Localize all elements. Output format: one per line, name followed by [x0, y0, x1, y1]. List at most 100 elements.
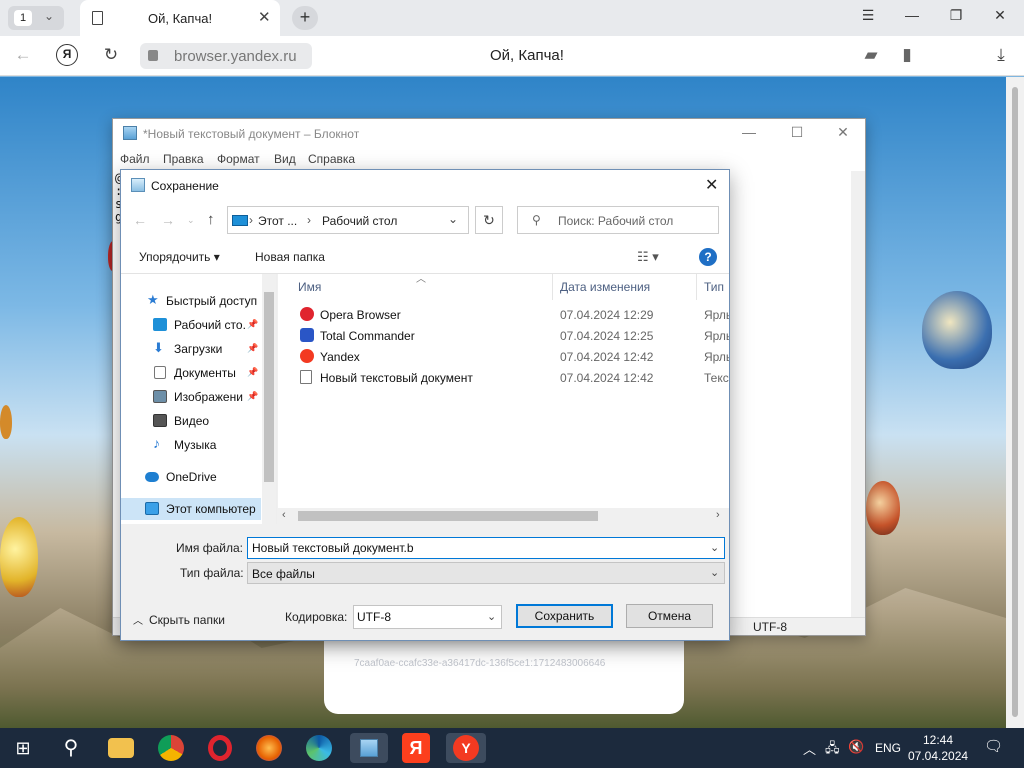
navigation-scrollbar-thumb[interactable]	[264, 292, 274, 482]
yandex-icon[interactable]: Я	[402, 733, 430, 763]
chevron-down-icon[interactable]: ⌄	[487, 610, 496, 623]
scroll-left-icon[interactable]: ‹	[282, 509, 286, 521]
scroll-right-icon[interactable]: ›	[716, 509, 720, 521]
chevron-right-icon: ›	[249, 213, 253, 227]
chrome-icon[interactable]	[158, 735, 184, 761]
page-scrollbar[interactable]	[1006, 77, 1024, 728]
opera-icon	[300, 307, 314, 321]
navigation-scrollbar[interactable]	[262, 274, 276, 524]
volume-muted-icon[interactable]: 🔇	[848, 739, 864, 755]
reload-icon[interactable]: ↻	[100, 45, 122, 65]
language-indicator[interactable]: ENG	[875, 741, 901, 755]
back-icon[interactable]: ←	[12, 45, 34, 65]
file-explorer-icon[interactable]	[108, 738, 134, 758]
browser-tab-active[interactable]: Ой, Капча! ✕	[80, 0, 280, 36]
file-row[interactable]: Opera Browser 07.04.2024 12:29 Ярлык	[278, 304, 729, 325]
opera-icon[interactable]	[208, 735, 232, 761]
yandex-browser-icon: Y	[453, 735, 479, 761]
menu-format[interactable]: Формат	[217, 152, 260, 166]
column-type[interactable]: Тип	[704, 280, 724, 294]
menu-icon[interactable]: ☰	[858, 7, 878, 24]
menu-file[interactable]: Файл	[120, 152, 150, 166]
breadcrumb-item[interactable]: Рабочий стол	[322, 214, 397, 228]
close-tab-icon[interactable]: ✕	[258, 8, 271, 26]
page-scrollbar-thumb[interactable]	[1012, 87, 1018, 717]
back-icon[interactable]: ←	[133, 212, 147, 228]
forward-icon[interactable]: →	[161, 212, 175, 228]
dialog-titlebar[interactable]: Сохранение ✕	[121, 170, 729, 200]
column-name[interactable]: Имя	[298, 280, 321, 294]
notifications-icon[interactable]: 🗨	[984, 737, 1003, 755]
search-icon[interactable]: ⚲	[56, 733, 86, 763]
network-icon[interactable]: 🖧	[825, 739, 840, 761]
close-icon[interactable]: ✕	[833, 124, 853, 141]
help-button[interactable]: ?	[699, 248, 717, 266]
column-divider[interactable]	[552, 274, 553, 300]
download-icon[interactable]: ⤓	[990, 45, 1012, 65]
file-row[interactable]: Total Commander 07.04.2024 12:25 Ярлык	[278, 325, 729, 346]
yandex-browser-taskbar-button[interactable]: Y	[446, 733, 486, 763]
menu-view[interactable]: Вид	[274, 152, 296, 166]
restore-icon[interactable]: ❐	[946, 7, 966, 24]
file-name: Opera Browser	[320, 308, 401, 322]
yandex-logo-icon[interactable]: Я	[56, 44, 78, 66]
file-row[interactable]: Новый текстовый документ 07.04.2024 12:4…	[278, 367, 729, 388]
new-folder-button[interactable]: Новая папка	[255, 250, 325, 264]
new-tab-button[interactable]: +	[292, 6, 318, 30]
nav-item-documents[interactable]: Документы 📌	[121, 362, 261, 384]
nav-item-quick-access[interactable]: ★ Быстрый доступ	[121, 290, 261, 312]
chevron-down-icon[interactable]: ⌄	[710, 566, 719, 579]
url-field[interactable]: browser.yandex.ru	[140, 43, 312, 69]
chevron-down-icon[interactable]: ⌄	[187, 215, 195, 226]
tray-chevron-up-icon[interactable]: ︿	[803, 739, 816, 758]
up-arrow-icon[interactable]: ↑	[207, 211, 215, 228]
refresh-button[interactable]: ↻	[475, 206, 503, 234]
menu-edit[interactable]: Правка	[163, 152, 204, 166]
chat-icon[interactable]: ▰	[860, 45, 882, 65]
encoding-select[interactable]: UTF-8 ⌄	[353, 605, 502, 629]
view-options-button[interactable]: ☷ ▾	[637, 249, 659, 265]
notepad-taskbar-button[interactable]	[350, 733, 388, 763]
clock-time: 12:44	[922, 733, 954, 747]
close-window-icon[interactable]: ✕	[990, 7, 1010, 24]
nav-item-desktop[interactable]: Рабочий сто. 📌	[121, 314, 261, 336]
minimize-icon[interactable]: —	[902, 7, 922, 23]
column-divider[interactable]	[696, 274, 697, 300]
balloon-image	[922, 291, 992, 369]
edge-icon[interactable]	[306, 735, 332, 761]
notepad-titlebar[interactable]: *Новый текстовый документ – Блокнот — ☐ …	[113, 119, 865, 149]
bookmark-icon[interactable]: ▮	[896, 45, 918, 65]
file-list-scrollbar-thumb[interactable]	[298, 511, 598, 521]
breadcrumb[interactable]: › Этот ... › Рабочий стол ⌄	[227, 206, 469, 234]
nav-item-this-pc[interactable]: Этот компьютер	[121, 498, 261, 520]
tab-counter-button[interactable]: 1 ⌄	[8, 6, 64, 30]
nav-item-onedrive[interactable]: OneDrive	[121, 466, 261, 488]
organize-button[interactable]: Упорядочить ▾	[139, 250, 220, 264]
save-button[interactable]: Сохранить	[516, 604, 613, 628]
chevron-down-icon[interactable]: ⌄	[710, 541, 719, 554]
lock-icon	[148, 50, 158, 61]
file-row[interactable]: Yandex 07.04.2024 12:42 Ярлык	[278, 346, 729, 367]
filetype-select[interactable]: Все файлы ⌄	[247, 562, 725, 584]
nav-item-downloads[interactable]: ⬇ Загрузки 📌	[121, 338, 261, 360]
chevron-up-icon: ︿	[133, 616, 143, 627]
nav-item-video[interactable]: Видео	[121, 410, 261, 432]
column-date[interactable]: Дата изменения	[560, 280, 650, 294]
chevron-down-icon[interactable]: ⌄	[448, 212, 458, 226]
nav-item-pictures[interactable]: Изображени 📌	[121, 386, 261, 408]
maximize-icon[interactable]: ☐	[787, 124, 807, 141]
filename-input[interactable]: Новый текстовый документ.b ⌄	[247, 537, 725, 559]
search-input[interactable]: ⚲ Поиск: Рабочий стол	[517, 206, 719, 234]
cancel-button[interactable]: Отмена	[626, 604, 713, 628]
breadcrumb-item[interactable]: Этот ...	[258, 214, 297, 228]
hide-folders-button[interactable]: ︿ Скрыть папки	[133, 612, 225, 627]
clock[interactable]: 12:44 07.04.2024	[908, 732, 968, 764]
windows-start-icon[interactable]: ⊞	[8, 733, 38, 763]
notepad-scrollbar[interactable]	[851, 171, 865, 617]
menu-help[interactable]: Справка	[308, 152, 355, 166]
nav-item-music[interactable]: ♪ Музыка	[121, 434, 261, 456]
minimize-icon[interactable]: —	[739, 124, 759, 140]
file-list-scrollbar[interactable]: ‹ ›	[278, 508, 729, 524]
close-icon[interactable]: ✕	[705, 175, 718, 195]
firefox-icon[interactable]	[256, 735, 282, 761]
